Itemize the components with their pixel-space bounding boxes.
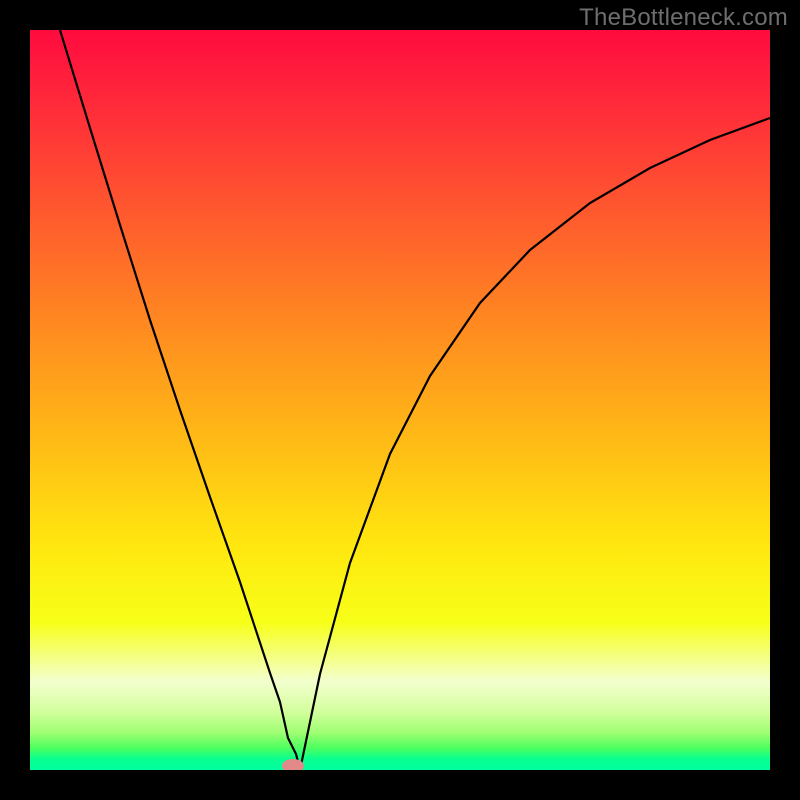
plot-area bbox=[30, 30, 770, 770]
chart-stage: TheBottleneck.com bbox=[0, 0, 800, 800]
gradient-background bbox=[30, 30, 770, 770]
attribution-text: TheBottleneck.com bbox=[579, 4, 788, 32]
